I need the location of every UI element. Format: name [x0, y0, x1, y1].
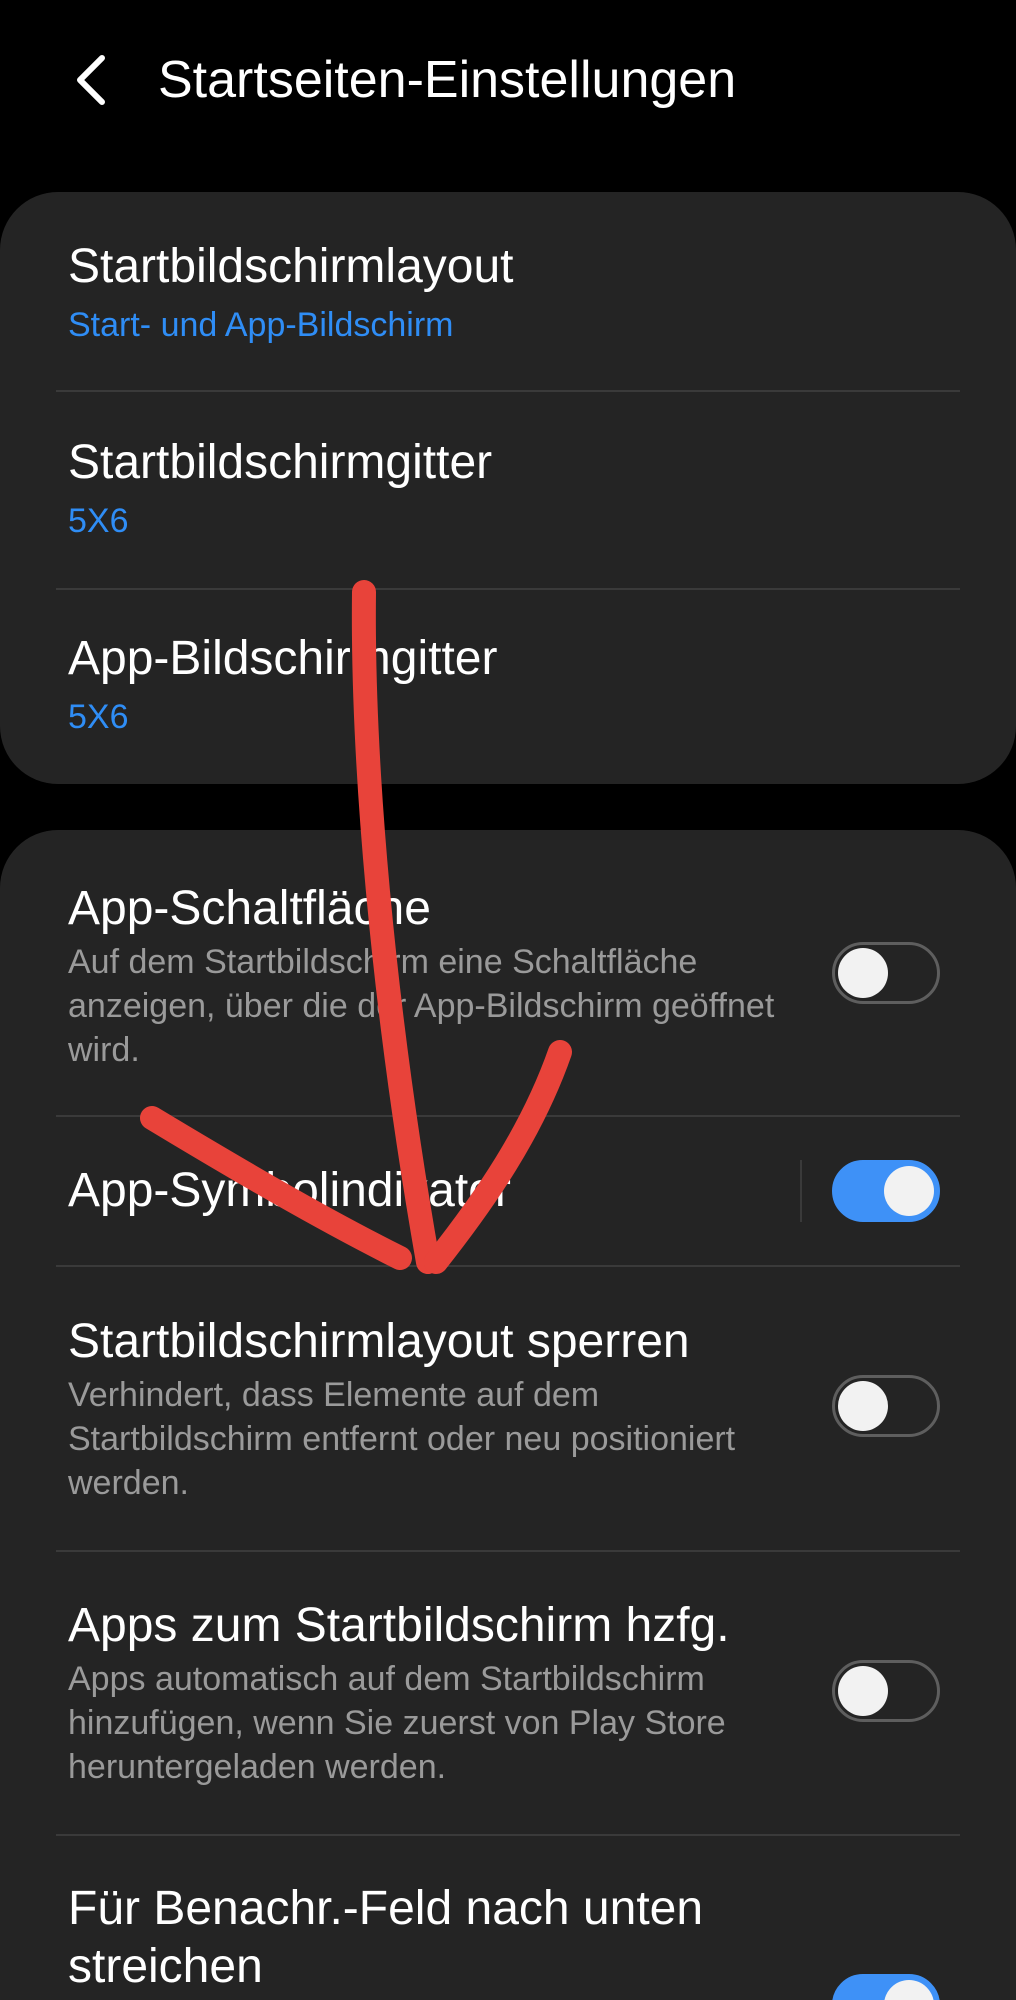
item-description: Apps automatisch auf dem Startbildschirm…: [68, 1660, 726, 1786]
list-item-home-screen-layout[interactable]: Startbildschirmlayout Start- und App-Bil…: [0, 192, 1016, 390]
toggle-knob: [884, 1166, 934, 1216]
toggle-knob: [838, 1666, 888, 1716]
vertical-separator: [800, 1160, 802, 1222]
list-item-apps-button[interactable]: App-Schaltfläche Auf dem Startbildschirm…: [0, 830, 1016, 1115]
chevron-left-icon: [77, 55, 105, 105]
lock-layout-toggle[interactable]: [832, 1375, 940, 1437]
item-title: Apps zum Startbildschirm hzfg.: [68, 1599, 730, 1652]
notification-panel-toggle[interactable]: [832, 1974, 940, 2000]
item-title: Startbildschirmlayout: [68, 240, 514, 293]
item-description: Verhindert, dass Elemente auf dem Startb…: [68, 1376, 736, 1502]
add-apps-toggle[interactable]: [832, 1660, 940, 1722]
behavior-settings-card: App-Schaltfläche Auf dem Startbildschirm…: [0, 830, 1016, 2000]
item-title: Startbildschirmlayout sperren: [68, 1315, 690, 1368]
top-app-bar: Startseiten-Einstellungen: [0, 0, 1016, 170]
apps-button-toggle[interactable]: [832, 942, 940, 1004]
list-item-home-screen-grid[interactable]: Startbildschirmgitter 5X6: [0, 392, 1016, 588]
item-title: Startbildschirmgitter: [68, 436, 493, 489]
item-title: App-Schaltfläche: [68, 882, 431, 935]
item-value: 5X6: [68, 502, 129, 540]
item-value: Start- und App-Bildschirm: [68, 306, 454, 344]
item-title: Für Benachr.-Feld nach unten streichen: [68, 1882, 704, 1993]
back-button[interactable]: [62, 48, 122, 112]
list-item-add-apps-to-home-screen[interactable]: Apps zum Startbildschirm hzfg. Apps auto…: [0, 1552, 1016, 1834]
item-description: Auf dem Startbildschirm eine Schaltfläch…: [68, 943, 775, 1069]
layout-settings-card: Startbildschirmlayout Start- und App-Bil…: [0, 192, 1016, 784]
page-title: Startseiten-Einstellungen: [158, 51, 737, 109]
toggle-knob: [838, 1381, 888, 1431]
item-title: App-Symbolindikator: [68, 1164, 511, 1217]
item-value: 5X6: [68, 698, 129, 736]
list-item-apps-screen-grid[interactable]: App-Bildschirmgitter 5X6: [0, 590, 1016, 784]
list-item-app-icon-badges[interactable]: App-Symbolindikator: [0, 1117, 1016, 1265]
list-item-lock-home-screen-layout[interactable]: Startbildschirmlayout sperren Verhindert…: [0, 1267, 1016, 1550]
toggle-knob: [884, 1980, 934, 2000]
toggle-knob: [838, 948, 888, 998]
app-icon-badges-toggle[interactable]: [832, 1160, 940, 1222]
list-item-swipe-down-notification-panel[interactable]: Für Benachr.-Feld nach unten streichen: [0, 1836, 1016, 2000]
settings-screen: Startseiten-Einstellungen Startbildschir…: [0, 0, 1016, 2000]
item-title: App-Bildschirmgitter: [68, 632, 498, 685]
